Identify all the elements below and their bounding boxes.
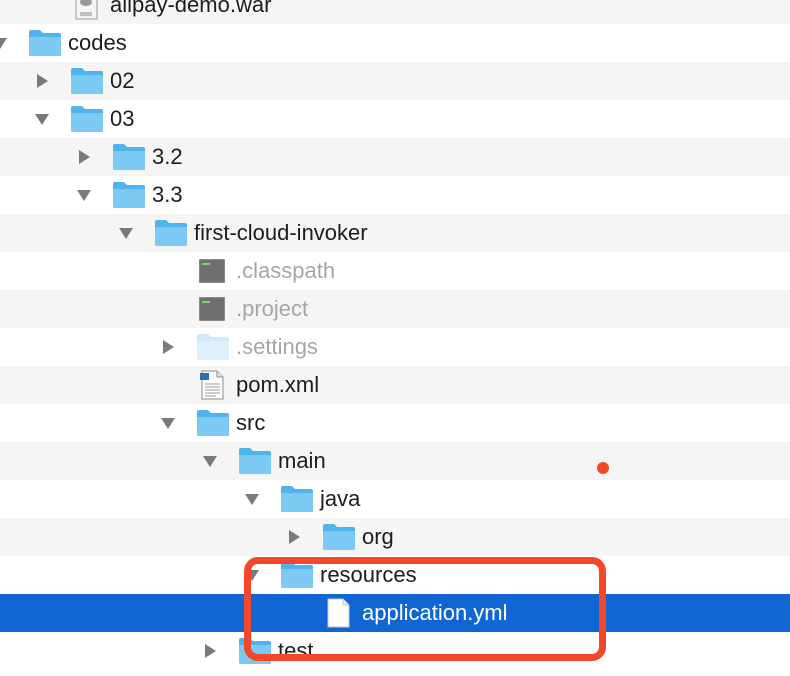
tree-item-label: first-cloud-invoker [194,220,368,245]
tree-item-label: main [278,448,326,473]
tree-item-label: java [320,486,361,511]
folder-icon [238,636,272,666]
disclosure-expanded-icon[interactable] [76,187,92,203]
disclosure-expanded-icon[interactable] [34,111,50,127]
folder-icon [196,332,230,362]
folder-icon [196,408,230,438]
tree-item-label: pom.xml [236,372,320,397]
folder-icon [154,218,188,248]
tree-item-label: test [278,638,314,663]
disclosure-collapsed-icon[interactable] [160,339,176,355]
folder-icon [70,66,104,96]
xml-file-icon [196,370,230,400]
tree-row[interactable]: src [0,404,790,442]
tree-row[interactable]: 3.2 [0,138,790,176]
tree-item-label: org [362,524,394,549]
folder-icon [28,28,62,58]
tree-item-label: 3.3 [152,182,183,207]
disclosure-expanded-icon[interactable] [160,415,176,431]
executable-file-icon [196,294,230,324]
folder-icon [70,104,104,134]
disclosure-collapsed-icon[interactable] [286,529,302,545]
tree-row[interactable]: codes [0,24,790,62]
finder-file-tree: alipay-demo.war codes 02 03 3.2 3.3 first-clou… [0,0,790,676]
tree-item-label: 03 [110,106,135,131]
tree-row[interactable]: alipay-demo.war [0,0,790,24]
folder-icon [322,522,356,552]
tree-item-label: src [236,410,266,435]
tree-item-label: 3.2 [152,144,183,169]
tree-item-label: resources [320,562,417,587]
folder-icon [112,142,146,172]
disclosure-collapsed-icon[interactable] [76,149,92,165]
tree-item-label: alipay-demo.war [110,0,272,17]
tree-row[interactable]: main [0,442,790,480]
disclosure-expanded-icon[interactable] [118,225,134,241]
tree-row[interactable]: .project [0,290,790,328]
folder-icon [280,560,314,590]
disclosure-collapsed-icon[interactable] [202,643,218,659]
red-dot-marker [597,462,609,474]
tree-item-label: .project [236,296,309,321]
folder-icon [238,446,272,476]
tree-row[interactable]: 02 [0,62,790,100]
tree-row[interactable]: .settings [0,328,790,366]
tree-row[interactable]: java [0,480,790,518]
tree-row[interactable]: pom.xml [0,366,790,404]
folder-icon [112,180,146,210]
tree-row[interactable]: .classpath [0,252,790,290]
disclosure-expanded-icon[interactable] [244,491,260,507]
tree-item-label: application.yml [362,600,508,625]
disclosure-expanded-icon[interactable] [244,567,260,583]
disclosure-collapsed-icon[interactable] [34,73,50,89]
document-icon [322,598,356,628]
disclosure-expanded-icon[interactable] [202,453,218,469]
tree-row[interactable]: test [0,632,790,670]
war-archive-icon [70,0,104,20]
folder-icon [280,484,314,514]
tree-row[interactable]: resources [0,556,790,594]
tree-row[interactable]: 3.3 [0,176,790,214]
tree-row[interactable]: 03 [0,100,790,138]
tree-item-label: .classpath [236,258,336,283]
tree-row[interactable]: application.yml [0,594,790,632]
tree-item-label: 02 [110,68,135,93]
executable-file-icon [196,256,230,286]
tree-item-label: codes [68,30,127,55]
disclosure-expanded-icon[interactable] [0,35,8,51]
tree-row[interactable]: org [0,518,790,556]
tree-item-label: .settings [236,334,318,359]
tree-row[interactable]: first-cloud-invoker [0,214,790,252]
